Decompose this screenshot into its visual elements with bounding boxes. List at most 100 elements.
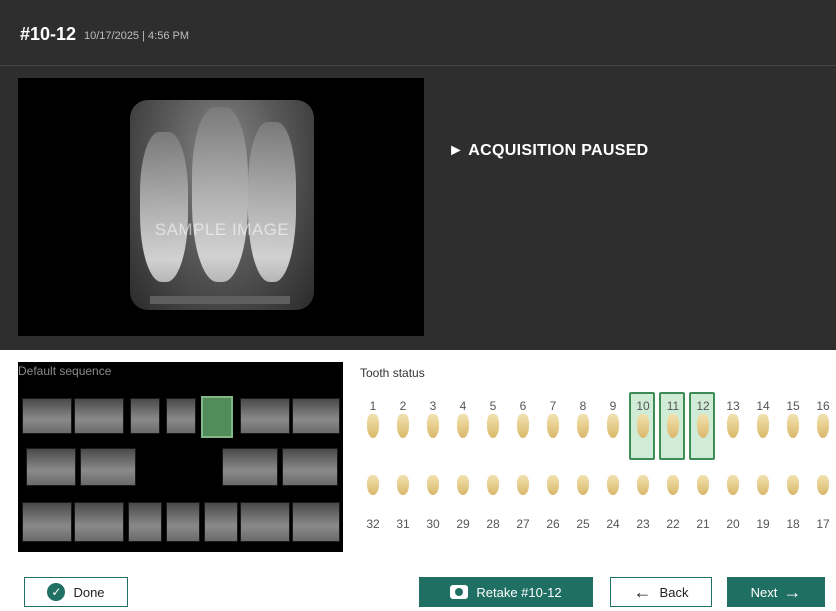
sequence-thumbnail[interactable] [22, 398, 72, 434]
tooth-icon [727, 414, 739, 438]
tooth-icon [547, 475, 559, 495]
tooth-number: 12 [696, 399, 710, 413]
sequence-thumbnail[interactable] [80, 448, 136, 486]
tooth-icon [547, 414, 559, 438]
tooth-icon [817, 475, 829, 495]
tooth-number: 23 [636, 517, 650, 531]
tooth-9[interactable]: 9 [601, 399, 625, 438]
acquisition-status: ► ACQUISITION PAUSED [448, 142, 649, 159]
tooth-32[interactable]: 32 [361, 474, 385, 531]
tooth-25[interactable]: 25 [571, 474, 595, 531]
tooth-number: 9 [609, 399, 617, 413]
tooth-1[interactable]: 1 [361, 399, 385, 438]
back-button[interactable]: ← Back [610, 577, 712, 607]
tooth-23[interactable]: 23 [631, 474, 655, 531]
tooth-26[interactable]: 26 [541, 474, 565, 531]
sequence-thumbnail[interactable] [74, 398, 124, 434]
tooth-27[interactable]: 27 [511, 474, 535, 531]
tooth-21[interactable]: 21 [691, 474, 715, 531]
sequence-thumbnail[interactable] [128, 502, 162, 542]
watermark: SAMPLE IMAGE [154, 220, 290, 239]
tooth-icon [427, 414, 439, 438]
tooth-17[interactable]: 17 [811, 474, 835, 531]
tooth-number: 16 [816, 399, 830, 413]
tooth-icon [697, 475, 709, 495]
tooth-icon [637, 475, 649, 495]
sequence-panel: Default sequence [18, 362, 343, 552]
sequence-thumbnail[interactable] [22, 502, 72, 542]
tooth-4[interactable]: 4 [451, 399, 475, 438]
done-button[interactable]: ✓ Done [24, 577, 128, 607]
sequence-thumbnail-current[interactable] [201, 396, 233, 438]
tooth-icon [517, 414, 529, 438]
tooth-icon [757, 414, 769, 438]
tooth-number: 24 [606, 517, 620, 531]
tooth-19[interactable]: 19 [751, 474, 775, 531]
next-label: Next [750, 584, 778, 600]
tooth-8[interactable]: 8 [571, 399, 595, 438]
tooth-7[interactable]: 7 [541, 399, 565, 438]
sequence-label: Default sequence [18, 364, 112, 378]
tooth-number: 21 [696, 517, 710, 531]
acquisition-panel: SAMPLE IMAGE ► ACQUISITION PAUSED [0, 66, 836, 350]
tooth-14[interactable]: 14 [751, 399, 775, 438]
sequence-thumbnail[interactable] [240, 502, 290, 542]
sequence-thumbnail[interactable] [26, 448, 76, 486]
tooth-10[interactable]: 10 [631, 399, 655, 438]
sequence-thumbnail[interactable] [292, 398, 340, 434]
sequence-thumbnail[interactable] [282, 448, 338, 486]
tooth-icon [667, 414, 679, 438]
sequence-thumbnail[interactable] [204, 502, 238, 542]
sensor-bar [150, 296, 290, 304]
retake-button[interactable]: Retake #10-12 [419, 577, 593, 607]
tooth-6[interactable]: 6 [511, 399, 535, 438]
tooth-icon [487, 475, 499, 495]
tooth-number: 30 [426, 517, 440, 531]
sequence-thumbnail[interactable] [166, 398, 196, 434]
tooth-22[interactable]: 22 [661, 474, 685, 531]
tooth-icon [667, 475, 679, 495]
tooth-icon [757, 475, 769, 495]
tooth-3[interactable]: 3 [421, 399, 445, 438]
tooth-24[interactable]: 24 [601, 474, 625, 531]
tooth-icon [697, 414, 709, 438]
sequence-thumbnail[interactable] [240, 398, 290, 434]
tooth-15[interactable]: 15 [781, 399, 805, 438]
tooth-20[interactable]: 20 [721, 474, 745, 531]
tooth-icon [517, 475, 529, 495]
sequence-thumbnail[interactable] [222, 448, 278, 486]
tooth-number: 5 [489, 399, 497, 413]
xray-tooth [140, 132, 188, 282]
tooth-31[interactable]: 31 [391, 474, 415, 531]
sequence-thumbnail[interactable] [74, 502, 124, 542]
camera-icon [450, 585, 469, 599]
sequence-thumbnail[interactable] [292, 502, 340, 542]
tooth-number: 17 [816, 517, 830, 531]
tooth-5[interactable]: 5 [481, 399, 505, 438]
tooth-2[interactable]: 2 [391, 399, 415, 438]
tooth-number: 18 [786, 517, 800, 531]
tooth-18[interactable]: 18 [781, 474, 805, 531]
tooth-number: 10 [636, 399, 650, 413]
tooth-icon [817, 414, 829, 438]
tooth-number: 2 [399, 399, 407, 413]
tooth-16[interactable]: 16 [811, 399, 835, 438]
tooth-13[interactable]: 13 [721, 399, 745, 438]
tooth-number: 15 [786, 399, 800, 413]
sequence-thumbnail[interactable] [130, 398, 160, 434]
tooth-29[interactable]: 29 [451, 474, 475, 531]
tooth-icon [577, 414, 589, 438]
tooth-11[interactable]: 11 [661, 399, 685, 438]
tooth-icon [727, 475, 739, 495]
tooth-icon [427, 475, 439, 495]
tooth-28[interactable]: 28 [481, 474, 505, 531]
tooth-30[interactable]: 30 [421, 474, 445, 531]
timestamp: 10/17/2025 | 4:56 PM [84, 30, 189, 42]
arrow-right-icon: → [783, 581, 802, 602]
tooth-12[interactable]: 12 [691, 399, 715, 438]
next-button[interactable]: Next → [727, 577, 825, 607]
sequence-thumbnail[interactable] [166, 502, 200, 542]
tooth-icon [577, 475, 589, 495]
image-viewer[interactable]: SAMPLE IMAGE [18, 78, 424, 336]
xray-image: SAMPLE IMAGE [130, 100, 314, 310]
